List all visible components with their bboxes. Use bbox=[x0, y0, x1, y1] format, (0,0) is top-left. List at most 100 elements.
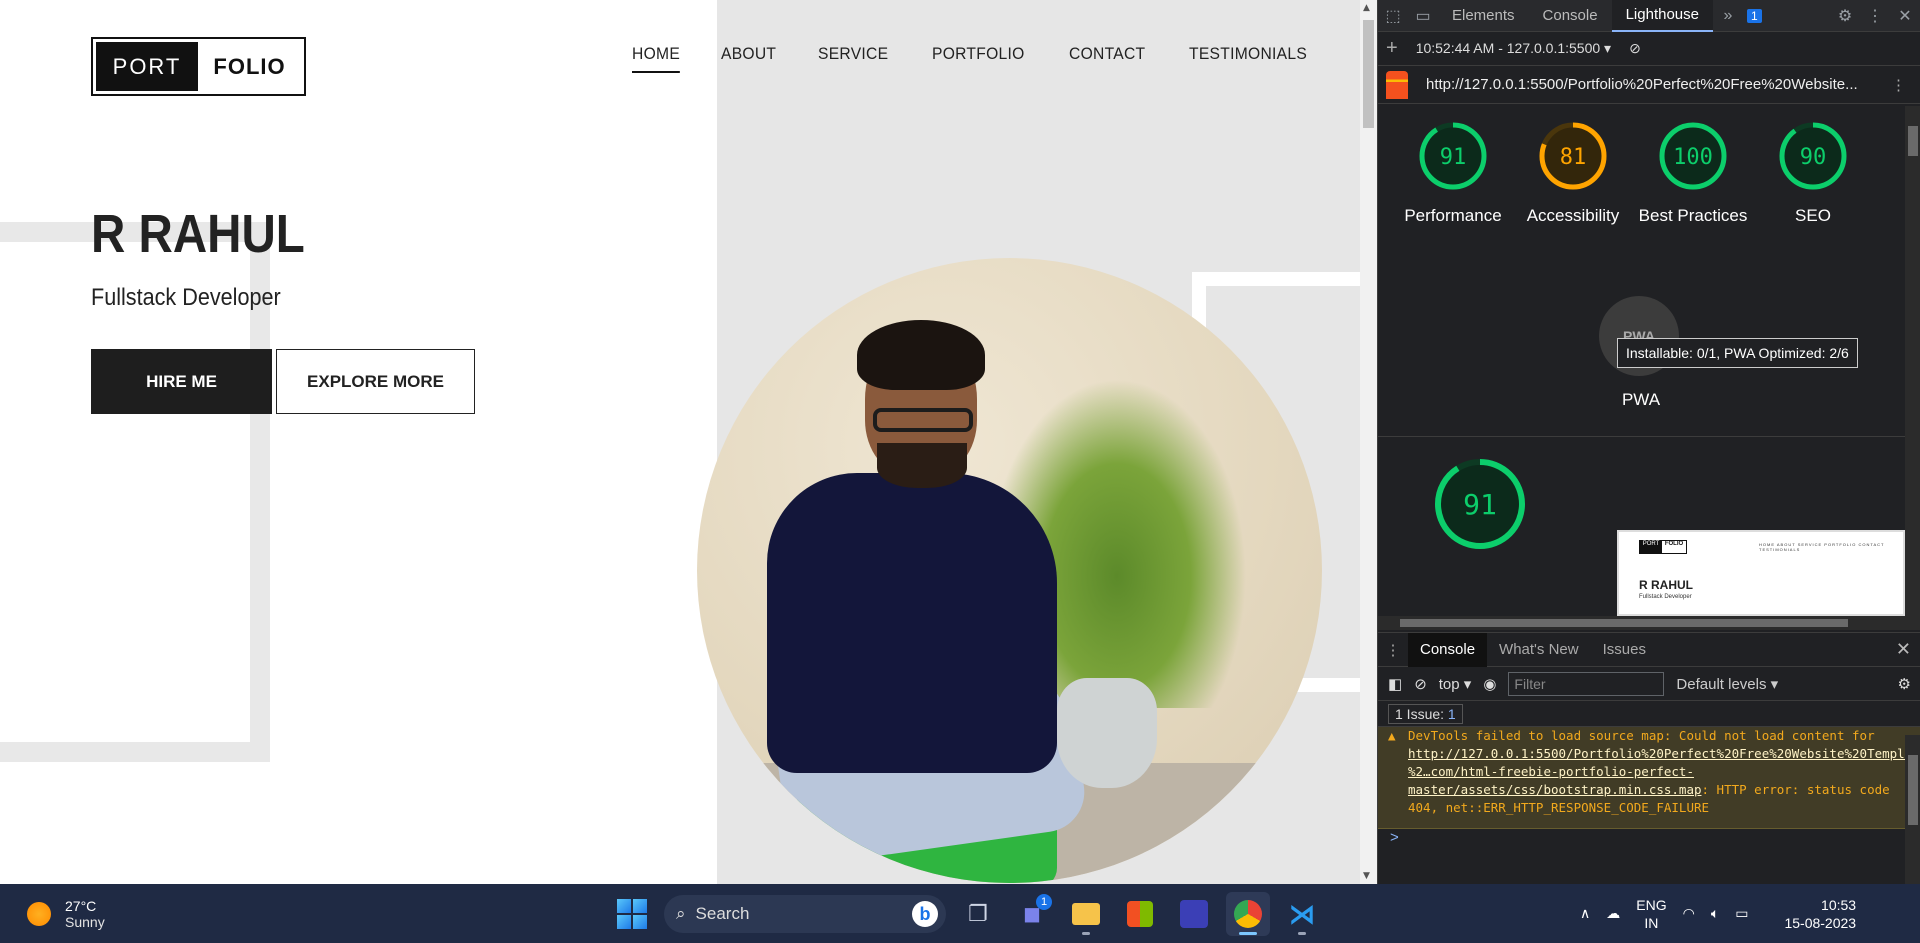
page-scrollbar[interactable]: ▲ ▼ bbox=[1360, 0, 1377, 884]
hire-me-button[interactable]: HIRE ME bbox=[91, 349, 272, 414]
wifi-icon[interactable]: ◠ bbox=[1683, 905, 1695, 922]
nav-portfolio[interactable]: PORTFOLIO bbox=[932, 44, 1025, 73]
store-icon bbox=[1127, 901, 1153, 927]
report-menu-icon[interactable]: ⋮ bbox=[1891, 76, 1906, 94]
report-url[interactable]: http://127.0.0.1:5500/Portfolio%20Perfec… bbox=[1426, 76, 1858, 93]
clock[interactable]: 10:53 15-08-2023 bbox=[1784, 896, 1856, 932]
settings-gear-icon[interactable]: ⚙ bbox=[1830, 6, 1860, 26]
issues-badge[interactable]: 1 bbox=[1746, 8, 1762, 23]
log-levels-dropdown[interactable]: Default levels ▾ bbox=[1676, 675, 1778, 693]
kebab-menu-icon[interactable]: ⋮ bbox=[1860, 6, 1890, 26]
device-toolbar-icon[interactable]: ▭ bbox=[1408, 6, 1438, 26]
tab-elements[interactable]: Elements bbox=[1438, 0, 1529, 32]
page-scrollbar-thumb[interactable] bbox=[1363, 20, 1374, 128]
issues-bar: 1 Issue: 1 bbox=[1378, 701, 1920, 727]
close-devtools-icon[interactable]: ✕ bbox=[1890, 6, 1920, 26]
language-indicator[interactable]: ENG IN bbox=[1636, 896, 1666, 932]
thumbnail-name: R RAHUL bbox=[1639, 578, 1693, 592]
inspect-element-icon[interactable]: ⬚ bbox=[1378, 6, 1408, 26]
close-drawer-icon[interactable]: ✕ bbox=[1896, 639, 1911, 660]
clock-date: 15-08-2023 bbox=[1784, 914, 1857, 931]
scroll-up-arrow-icon[interactable]: ▲ bbox=[1363, 3, 1370, 13]
console-toolbar: ◧ ⊘ top ▾ ◉ Filter Default levels ▾ ⚙ bbox=[1378, 667, 1920, 701]
more-tabs-icon[interactable]: » bbox=[1713, 7, 1743, 25]
start-button[interactable] bbox=[610, 892, 654, 936]
issues-count: 1 bbox=[1447, 705, 1456, 722]
score-label: Accessibility bbox=[1526, 206, 1620, 225]
lighthouse-report: 91 Performance 81 Accessibility 100 Best… bbox=[1378, 106, 1905, 616]
language-line1: ENG bbox=[1636, 896, 1667, 913]
nav-home[interactable]: HOME bbox=[632, 44, 681, 73]
report-hscroll-thumb[interactable] bbox=[1400, 619, 1848, 627]
windows-logo-icon bbox=[617, 899, 647, 929]
score-gauge-accessibility[interactable]: 81 Accessibility bbox=[1513, 120, 1633, 228]
nav-about[interactable]: ABOUT bbox=[721, 44, 776, 73]
svg-text:91: 91 bbox=[1440, 145, 1467, 170]
new-report-icon[interactable]: + bbox=[1386, 37, 1398, 60]
sun-icon bbox=[27, 902, 51, 926]
drawer-tabbar: ⋮ Console What's New Issues ✕ bbox=[1378, 632, 1920, 667]
console-prompt[interactable]: > bbox=[1378, 829, 1920, 846]
task-view-icon: ❐ bbox=[968, 901, 988, 926]
report-scrollbar-thumb[interactable] bbox=[1908, 126, 1918, 156]
explore-more-button[interactable]: EXPLORE MORE bbox=[276, 349, 475, 414]
chrome-button[interactable] bbox=[1226, 892, 1270, 936]
gauge-ring: 90 bbox=[1779, 122, 1847, 190]
pwa-tooltip: Installable: 0/1, PWA Optimized: 2/6 bbox=[1617, 338, 1858, 368]
live-expression-eye-icon[interactable]: ◉ bbox=[1483, 675, 1496, 693]
large-gauge-ring: 91 bbox=[1435, 459, 1525, 549]
windows-taskbar: 27°C Sunny ⌕ Search b ❐ ◼ 1 ⋊ ∧ ☁ ENG IN ◠… bbox=[0, 884, 1920, 943]
report-time: 10:52:44 AM - 127.0.0.1:5500 bbox=[1415, 40, 1601, 56]
weather-temp: 27°C bbox=[65, 898, 97, 914]
drawer-tab-whats-new[interactable]: What's New bbox=[1487, 633, 1591, 667]
task-view-button[interactable]: ❐ bbox=[956, 892, 1000, 936]
console-drawer: ⋮ Console What's New Issues ✕ ◧ ⊘ top ▾ … bbox=[1378, 632, 1920, 885]
weather-widget[interactable]: 27°C Sunny bbox=[27, 898, 105, 930]
hero-name: R RAHUL bbox=[91, 204, 305, 264]
score-gauge-best-practices[interactable]: 100 Best Practices bbox=[1633, 120, 1753, 228]
console-filter-input[interactable]: Filter bbox=[1508, 671, 1665, 696]
vscode-button[interactable]: ⋊ bbox=[1280, 892, 1324, 936]
teams-chat-button[interactable]: ◼ 1 bbox=[1010, 892, 1054, 936]
report-horizontal-scrollbar[interactable] bbox=[1378, 616, 1920, 630]
clear-console-icon[interactable]: ⊘ bbox=[1414, 675, 1427, 693]
gauge-ring: 91 bbox=[1419, 122, 1487, 190]
volume-icon[interactable]: 🔈︎ bbox=[1711, 905, 1719, 922]
folder-icon bbox=[1072, 903, 1100, 925]
site-logo[interactable]: PORT FOLIO bbox=[91, 37, 306, 96]
scroll-down-arrow-icon[interactable]: ▼ bbox=[1363, 871, 1370, 881]
console-settings-gear-icon[interactable]: ⚙ bbox=[1898, 675, 1911, 693]
console-scrollbar[interactable] bbox=[1905, 735, 1920, 885]
taskbar-search[interactable]: ⌕ Search b bbox=[664, 895, 946, 933]
nav-testimonials[interactable]: TESTIMONIALS bbox=[1189, 44, 1307, 73]
tab-console[interactable]: Console bbox=[1529, 0, 1612, 32]
drawer-menu-icon[interactable]: ⋮ bbox=[1378, 641, 1408, 659]
svg-text:91: 91 bbox=[1463, 488, 1497, 521]
svg-text:100: 100 bbox=[1673, 145, 1713, 170]
tab-lighthouse[interactable]: Lighthouse bbox=[1611, 0, 1713, 32]
file-explorer-button[interactable] bbox=[1064, 892, 1108, 936]
nav-service[interactable]: SERVICE bbox=[818, 44, 888, 73]
report-scrollbar[interactable] bbox=[1905, 106, 1920, 616]
network-status-icon[interactable]: ☁ bbox=[1606, 905, 1620, 922]
microsoft-store-button[interactable] bbox=[1118, 892, 1162, 936]
page-thumbnail: PORT FOLIO HOME ABOUT SERVICE PORTFOLIO C… bbox=[1617, 530, 1905, 616]
issues-counter[interactable]: 1 Issue: 1 bbox=[1388, 703, 1463, 724]
drawer-tab-issues[interactable]: Issues bbox=[1591, 633, 1658, 667]
show-hidden-icons-chevron-icon[interactable]: ∧ bbox=[1580, 905, 1590, 922]
svg-text:81: 81 bbox=[1560, 145, 1587, 170]
score-gauge-seo[interactable]: 90 SEO bbox=[1753, 120, 1873, 228]
nav-contact[interactable]: CONTACT bbox=[1069, 44, 1145, 73]
sidebar-toggle-icon[interactable]: ◧ bbox=[1388, 675, 1402, 693]
clear-reports-icon[interactable]: ⊘ bbox=[1629, 40, 1641, 57]
drawer-tab-console[interactable]: Console bbox=[1408, 632, 1488, 667]
report-selector[interactable]: 10:52:44 AM - 127.0.0.1:5500 ▾ bbox=[1416, 40, 1611, 57]
context-selector[interactable]: top ▾ bbox=[1439, 675, 1472, 693]
bing-icon[interactable]: b bbox=[912, 901, 938, 927]
score-gauge-performance[interactable]: 91 Performance bbox=[1393, 120, 1513, 228]
console-warning-message: ▲ DevTools failed to load source map: Co… bbox=[1378, 727, 1920, 829]
console-scrollbar-thumb[interactable] bbox=[1908, 755, 1918, 825]
search-icon: ⌕ bbox=[676, 904, 686, 923]
battery-icon[interactable]: ▭ bbox=[1735, 905, 1748, 922]
powerautomate-button[interactable] bbox=[1172, 892, 1216, 936]
